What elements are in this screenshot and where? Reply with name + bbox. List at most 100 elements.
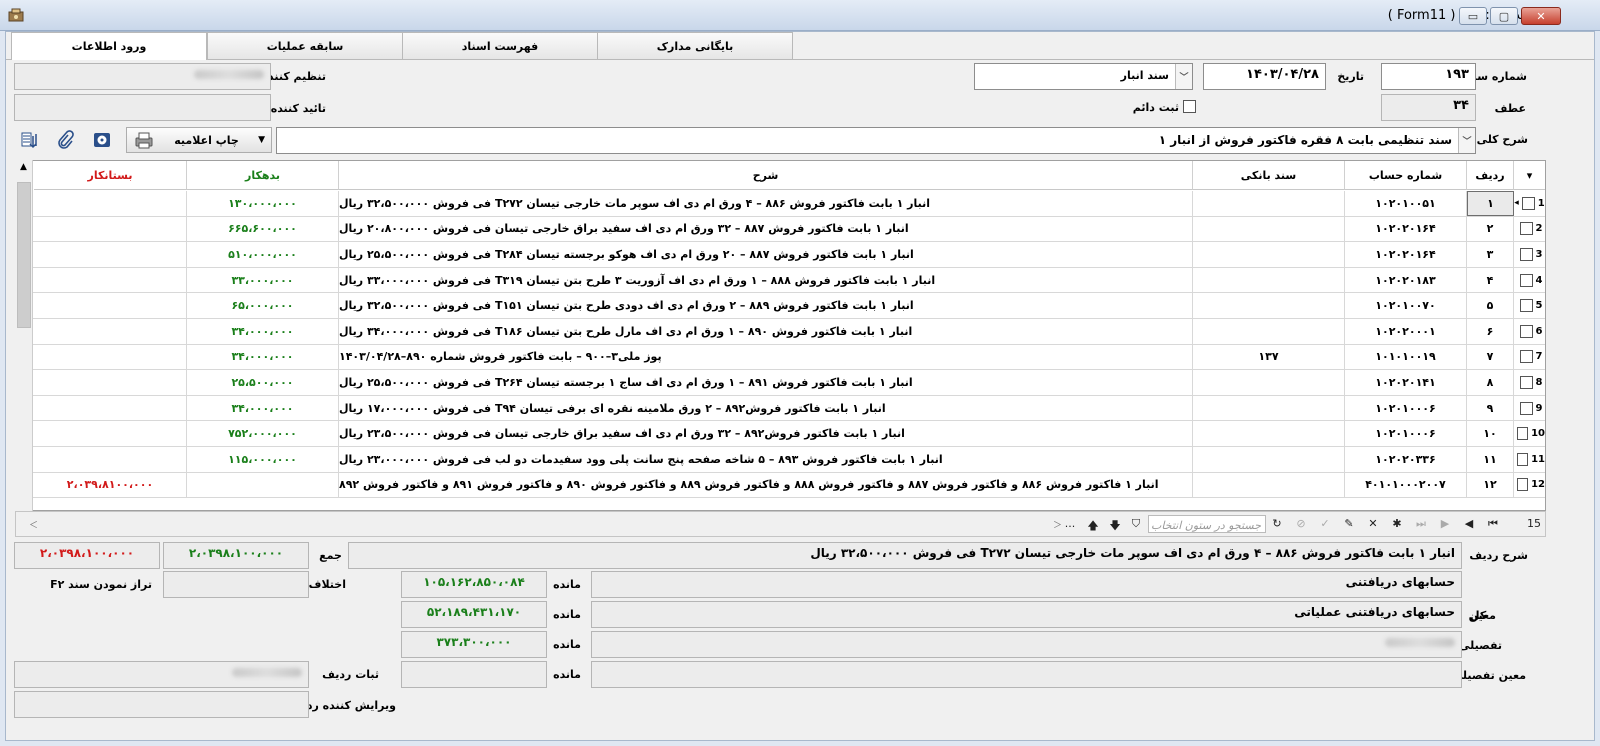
row-selector[interactable]: 7 [1514, 345, 1545, 370]
grid-cell-row[interactable]: ۳ [1467, 242, 1514, 267]
grid-cell-row[interactable]: ۱۰ [1467, 421, 1514, 446]
grid-header-credit[interactable]: بستانکار [34, 161, 187, 190]
grid-cell-credit[interactable] [34, 242, 187, 267]
scroll-left-icon[interactable]: ＜ [29, 518, 38, 531]
grid-header-bank[interactable]: سند بانکی [1193, 161, 1345, 190]
row-checkbox[interactable] [1519, 299, 1533, 313]
grid-cell-desc[interactable]: انبار ۱ بابت فاکتور فروش ۸۹۱ – ۱ ورق ام … [339, 370, 1193, 395]
balance-document-link[interactable]: تراز نمودن سند F۲ [42, 578, 152, 591]
move-down-icon[interactable]: 🡇 [1108, 517, 1122, 536]
grid-cell-bank[interactable] [1193, 216, 1345, 242]
more-options-button[interactable]: ... [1063, 517, 1077, 530]
row-selector[interactable]: 10 [1514, 421, 1545, 446]
grid-cell-row[interactable]: ۲ [1467, 216, 1514, 242]
grid-cell-account[interactable]: ۱۰۲۰۲۰۱۶۴ [1345, 216, 1467, 242]
grid-cell-desc[interactable]: انبار ۱ بابت فاکتور فروش ۸۸۷ – ۲۰ ورق ام… [339, 242, 1193, 267]
grid-cell-account[interactable]: ۱۰۲۰۱۰۰۰۶ [1345, 421, 1467, 446]
grid-cell-debit[interactable]: ۶۵،۰۰۰،۰۰۰ [187, 293, 339, 318]
table-settings-icon[interactable] [18, 128, 42, 152]
close-button[interactable]: ✕ [1521, 7, 1561, 25]
tab-document-archive[interactable]: بایگانی مدارک [597, 32, 793, 59]
row-selector[interactable]: 11 [1514, 447, 1545, 472]
chevron-down-icon[interactable]: ﹀ [1175, 64, 1192, 89]
table-row[interactable]: 7 ۷ ۱۰۱۰۱۰۰۱۹ ۱۳۷ پوز ملی۳–۹۰۰ – بابت فاکتور… [16, 344, 1545, 371]
grid-header-account[interactable]: شماره حساب [1345, 161, 1467, 190]
grid-cell-bank[interactable] [1193, 395, 1345, 421]
delete-record-icon[interactable]: ✕ [1366, 517, 1380, 530]
row-selector[interactable]: 2 [1514, 217, 1545, 242]
grid-cell-credit[interactable] [34, 319, 187, 344]
print-dropdown-arrow[interactable]: ▼ [258, 135, 265, 145]
cancel-record-icon[interactable]: ⊘ [1294, 517, 1308, 530]
grid-cell-desc[interactable]: انبار ۱ بابت فاکتور فروش ۸۹۰ – ۱ ورق ام … [339, 319, 1193, 344]
grid-cell-bank[interactable] [1193, 293, 1345, 318]
grid-cell-row[interactable]: ۱۲ [1467, 472, 1514, 498]
doc-no-input[interactable]: ۱۹۳ [1381, 63, 1476, 90]
post-record-icon[interactable]: ✓ [1318, 517, 1332, 530]
grid-cell-credit[interactable] [34, 370, 187, 395]
grid-cell-bank[interactable] [1193, 472, 1345, 498]
row-selector[interactable]: 5 [1514, 293, 1545, 318]
grid-cell-debit[interactable]: ۳۴،۰۰۰،۰۰۰ [187, 344, 339, 370]
row-checkbox[interactable] [1519, 375, 1533, 389]
row-checkbox[interactable] [1517, 452, 1529, 466]
grid-cell-debit[interactable]: ۵۱۰،۰۰۰،۰۰۰ [187, 242, 339, 267]
tab-operation-history[interactable]: سابقه عملیات [207, 32, 403, 59]
grid-cell-account[interactable]: ۱۰۲۰۲۰۱۶۴ [1345, 242, 1467, 267]
insert-record-icon[interactable]: ✱ [1390, 517, 1404, 530]
grid-cell-row[interactable]: ۵ [1467, 293, 1514, 318]
grid-cell-debit[interactable]: ۲۵،۵۰۰،۰۰۰ [187, 370, 339, 395]
grid-cell-credit[interactable]: ۲،۰۳۹،۸۱۰۰،۰۰۰ [34, 472, 187, 498]
grid-cell-debit[interactable]: ۳۴،۰۰۰،۰۰۰ [187, 319, 339, 344]
grid-cell-account[interactable]: ۱۰۲۰۲۰۳۳۶ [1345, 447, 1467, 472]
grid-cell-account[interactable]: ۱۰۲۰۱۰۰۷۰ [1345, 293, 1467, 318]
filter-icon[interactable]: ⛉ [1129, 517, 1143, 531]
grid-cell-debit[interactable]: ۱۳۰،۰۰۰،۰۰۰ [187, 191, 339, 216]
grid-cell-bank[interactable] [1193, 242, 1345, 267]
grid-cell-bank[interactable] [1193, 370, 1345, 395]
move-up-icon[interactable]: 🡅 [1086, 517, 1100, 536]
grid-header-selector[interactable]: ▾ [1514, 161, 1545, 190]
grid-cell-debit[interactable]: ۶۶۵،۶۰۰،۰۰۰ [187, 216, 339, 242]
grid-cell-debit[interactable]: ۳۳،۰۰۰،۰۰۰ [187, 267, 339, 293]
table-row[interactable]: 3 ۳ ۱۰۲۰۲۰۱۶۴ انبار ۱ بابت فاکتور فروش ۸۸۷ … [16, 242, 1545, 268]
grid-cell-credit[interactable] [34, 267, 187, 293]
grid-cell-desc[interactable]: انبار ۱ بابت فاکتور فروش ۸۹۳ – ۵ شاخه صف… [339, 447, 1193, 472]
grid-cell-credit[interactable] [34, 447, 187, 472]
grid-cell-bank[interactable] [1193, 267, 1345, 293]
grid-cell-debit[interactable] [187, 472, 339, 498]
scroll-right-icon[interactable]: ＞ [1053, 518, 1062, 531]
grid-cell-debit[interactable]: ۱۱۵،۰۰۰،۰۰۰ [187, 447, 339, 472]
row-selector[interactable]: 8 [1514, 370, 1545, 395]
maximize-button[interactable]: ▢ [1490, 7, 1518, 25]
attachment-icon[interactable] [53, 128, 77, 152]
grid-cell-desc[interactable]: انبار ۱ بابت فاکتور فروش۸۹۲ – ۳۲ ورق ام … [339, 421, 1193, 446]
row-checkbox[interactable] [1519, 247, 1533, 261]
grid-cell-row[interactable]: ۹ [1467, 395, 1514, 421]
refresh-icon[interactable]: ↻ [1270, 517, 1284, 530]
row-selector[interactable]: 12 [1514, 473, 1545, 498]
row-checkbox[interactable] [1517, 478, 1529, 492]
grid-cell-debit[interactable]: ۷۵۲،۰۰۰،۰۰۰ [187, 421, 339, 446]
row-checkbox[interactable] [1519, 324, 1533, 338]
grid-cell-desc[interactable]: پوز ملی۳–۹۰۰ – بابت فاکتور فروش شماره ۸۹… [339, 344, 1193, 370]
grid-cell-desc[interactable]: انبار ۱ بابت فاکتور فروش ۸۸۶ – ۴ ورق ام … [339, 191, 1193, 216]
row-selector[interactable]: ◂ 1 [1514, 191, 1545, 216]
grid-cell-bank[interactable] [1193, 421, 1345, 446]
atf-input[interactable]: ۳۴ [1381, 94, 1476, 121]
doc-type-select[interactable]: ﹀ سند انبار [974, 63, 1193, 90]
last-record-icon[interactable]: ⏭ [1414, 517, 1428, 531]
grid-cell-desc[interactable]: انبار ۱ فاکتور فروش ۸۸۶ و فاکتور فروش ۸۸… [339, 472, 1193, 498]
film-reel-icon[interactable] [90, 128, 114, 152]
column-search-input[interactable]: جستجو در ستون انتخاب شده [1148, 515, 1266, 533]
table-row[interactable]: 12 ۱۲ ۴۰۱۰۱۰۰۰۲۰۰۷ انبار ۱ فاکتور فروش ۸۸۶ … [16, 472, 1545, 499]
table-row[interactable]: 5 ۵ ۱۰۲۰۱۰۰۷۰ انبار ۱ بابت فاکتور فروش ۸۸۹ … [16, 293, 1545, 319]
row-selector[interactable]: 6 [1514, 319, 1545, 344]
grid-cell-credit[interactable] [34, 293, 187, 318]
grid-cell-desc[interactable]: انبار ۱ بابت فاکتور فروش۸۹۲ – ۲ ورق ملام… [339, 395, 1193, 421]
grid-cell-credit[interactable] [34, 344, 187, 370]
minimize-button[interactable]: ▭ [1459, 7, 1487, 25]
grid-cell-bank[interactable]: ۱۳۷ [1193, 344, 1345, 370]
grid-cell-desc[interactable]: انبار ۱ بابت فاکتور فروش ۸۸۷ – ۳۲ ورق ام… [339, 216, 1193, 242]
row-selector[interactable]: 3 [1514, 242, 1545, 267]
